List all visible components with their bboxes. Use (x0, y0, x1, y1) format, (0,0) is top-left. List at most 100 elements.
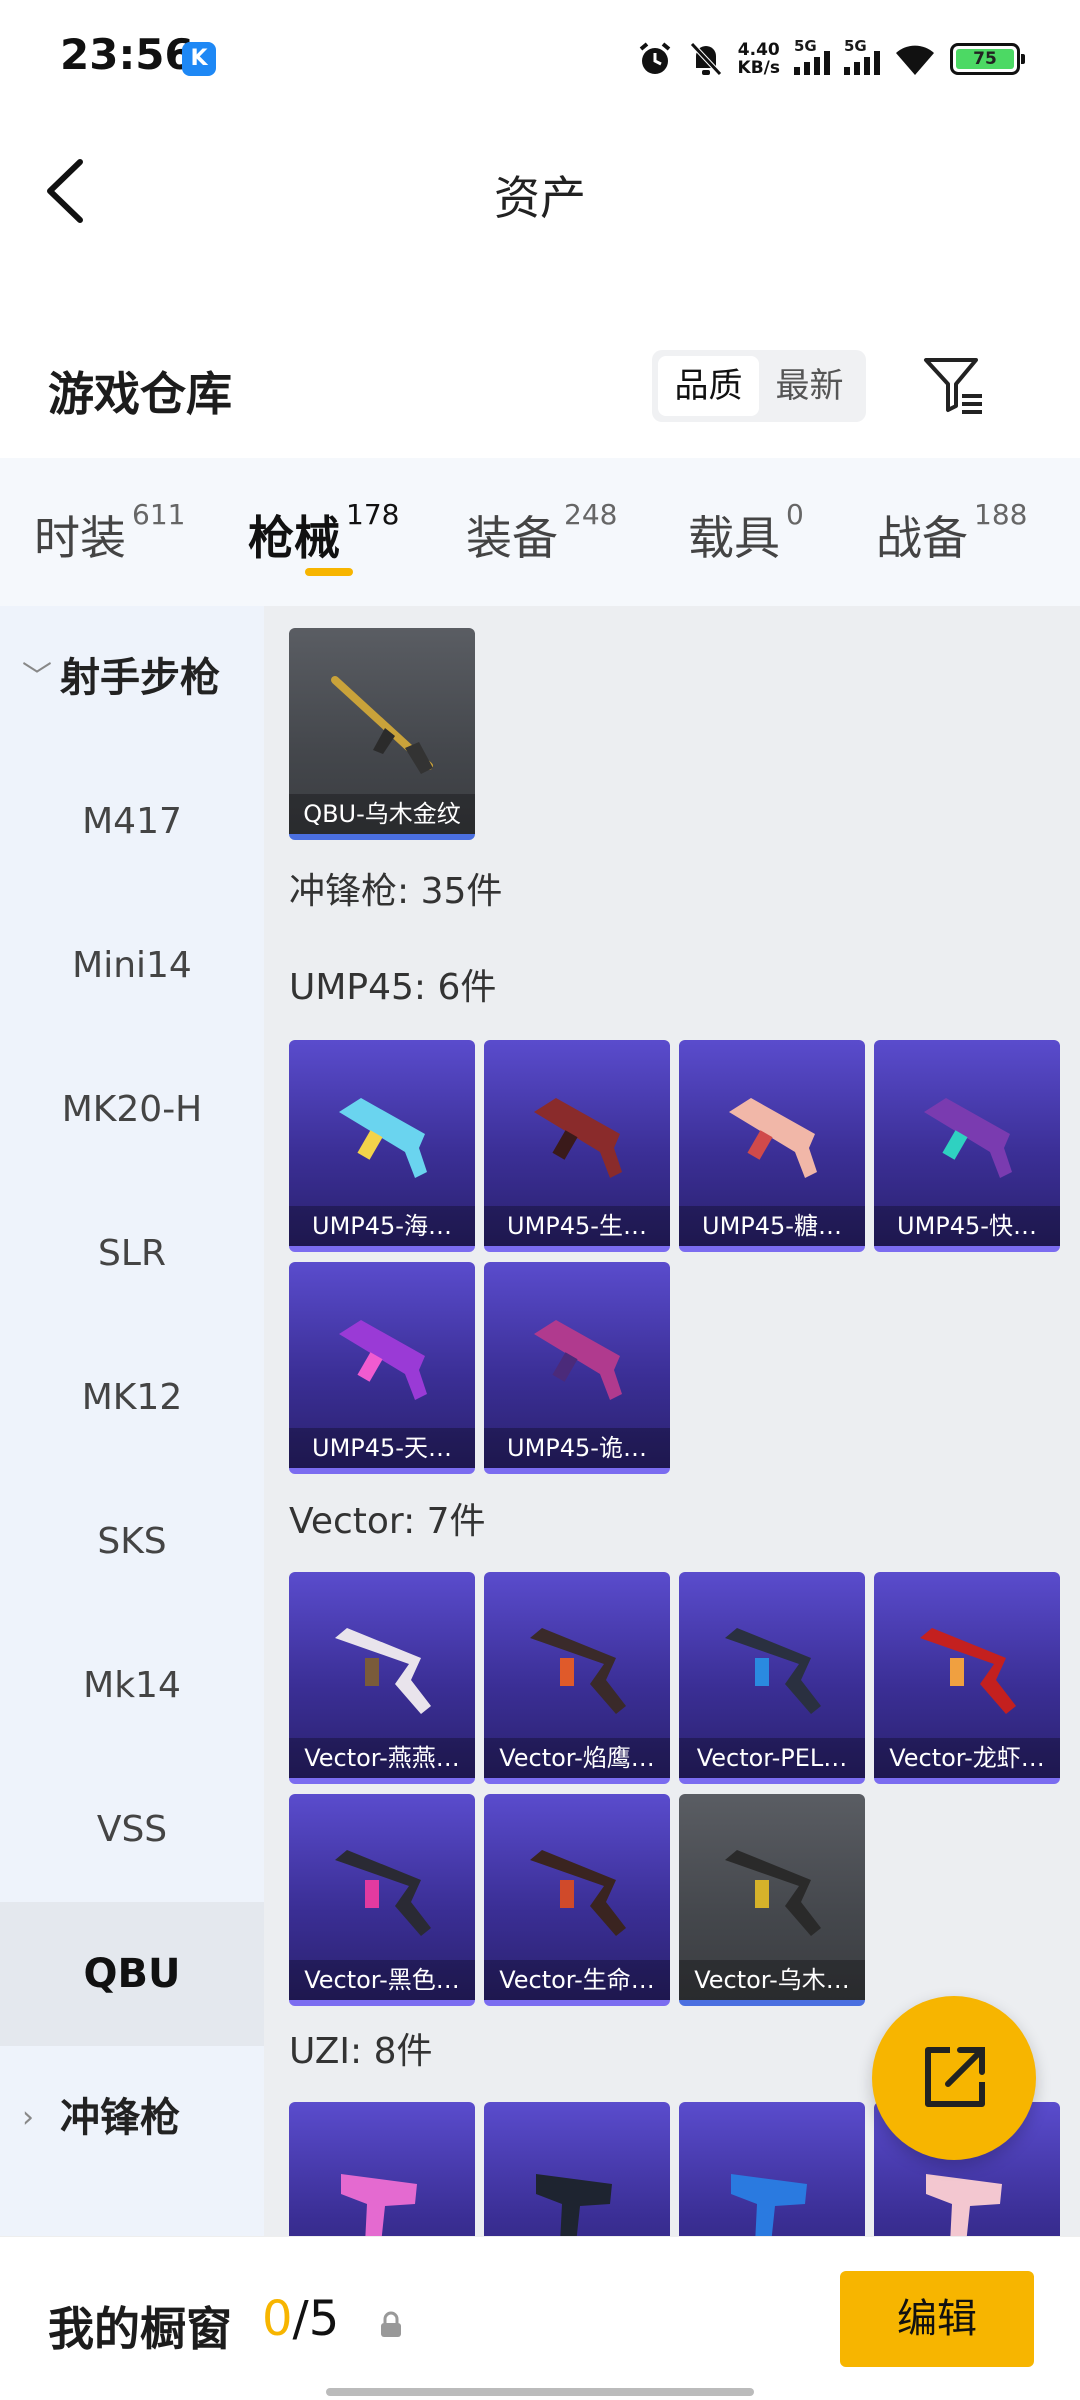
weapon-card[interactable] (289, 2102, 475, 2236)
smg-icon (725, 1628, 821, 1714)
weapon-grid: QBU-乌木金纹 冲锋枪: 35件 UMP45: 6件 UMP45-海… UMP… (264, 606, 1080, 2236)
sim2-label: 5G (844, 37, 867, 55)
chevron-right-icon: › (22, 2100, 34, 2135)
weapon-name: Vector-乌木… (679, 1960, 865, 2000)
clock: 23:56 (60, 30, 194, 79)
group-title-uzi: UZI: 8件 (289, 2031, 433, 2072)
showcase-count: 0/5 (262, 2291, 339, 2347)
weapon-name: UMP45-快… (874, 1206, 1060, 1246)
sidebar-item-mini14[interactable]: Mini14 (0, 894, 264, 1038)
signal-sim2-icon: 5G (844, 37, 880, 75)
weapon-card-qbu[interactable]: QBU-乌木金纹 (289, 628, 475, 840)
weapon-card[interactable]: UMP45-糖… (679, 1040, 865, 1252)
weapon-name: UMP45-糖… (679, 1206, 865, 1246)
sidebar-group-label: 冲锋枪 (60, 2095, 180, 2141)
tab-equipment[interactable]: 装备 248 (466, 498, 617, 568)
weapon-card[interactable]: UMP45-天… (289, 1262, 475, 1474)
page-title: 资产 (494, 171, 586, 225)
sort-newest-button[interactable]: 最新 (759, 356, 860, 416)
sidebar-item-mk12[interactable]: MK12 (0, 1326, 264, 1470)
sidebar-item-vss[interactable]: VSS (0, 1758, 264, 1902)
sort-quality-button[interactable]: 品质 (658, 356, 759, 416)
smg-icon (920, 1628, 1016, 1714)
showcase-bar: 我的橱窗 0/5 编辑 (0, 2236, 1080, 2400)
tab-label: 载具 (688, 511, 780, 565)
home-indicator[interactable] (326, 2388, 754, 2396)
section-title: 游戏仓库 (48, 367, 232, 421)
showcase-label: 我的橱窗 (48, 2302, 232, 2356)
category-tabs: 时装 611 枪械 178 装备 248 载具 0 战备 188 (0, 458, 1080, 606)
tab-label: 枪械 (248, 511, 340, 565)
showcase-used: 0 (262, 2291, 293, 2347)
tab-label: 装备 (466, 511, 558, 565)
sidebar-group-marksman[interactable]: ﹀ 射手步枪 (0, 606, 264, 750)
k-app-icon: K (182, 42, 216, 76)
sidebar-group-smg[interactable]: › 冲锋枪 (0, 2046, 264, 2190)
smg-icon (534, 1098, 622, 1178)
weapon-card[interactable]: Vector-燕燕… (289, 1572, 475, 1784)
sidebar-item-qbu[interactable]: QBU (0, 1902, 264, 2046)
weapon-name: Vector-焰鹰… (484, 1738, 670, 1778)
weapon-card[interactable]: UMP45-生… (484, 1040, 670, 1252)
wifi-icon (896, 45, 934, 75)
smg-icon (341, 2174, 417, 2236)
sim1-label: 5G (794, 37, 817, 55)
smg-icon (335, 1850, 431, 1936)
weapon-card[interactable]: Vector-焰鹰… (484, 1572, 670, 1784)
signal-sim1-icon: 5G (794, 37, 830, 75)
weapon-name: Vector-生命… (484, 1960, 670, 2000)
weapon-card[interactable]: Vector-黑色… (289, 1794, 475, 2006)
sniper-rifle-icon (331, 676, 433, 774)
category-smg-header: 冲锋枪: 35件 (289, 871, 503, 912)
weapon-name: UMP45-诡… (484, 1428, 670, 1468)
weapon-name: Vector-黑色… (289, 1960, 475, 2000)
tab-label: 时装 (34, 511, 126, 565)
weapon-name: Vector-龙虾… (874, 1738, 1060, 1778)
weapon-card[interactable] (679, 2102, 865, 2236)
weapon-name: Vector-PEL… (679, 1738, 865, 1778)
share-icon (925, 2047, 985, 2107)
net-speed: 4.40 KB/s (738, 41, 780, 77)
sidebar-item-sks[interactable]: SKS (0, 1470, 264, 1614)
edit-button[interactable]: 编辑 (840, 2271, 1034, 2367)
sidebar-group-label: 射手步枪 (60, 655, 220, 701)
smg-icon (339, 1098, 427, 1178)
smg-icon (534, 1320, 622, 1400)
share-button[interactable] (872, 1996, 1036, 2160)
weapon-card[interactable]: Vector-乌木… (679, 1794, 865, 2006)
tab-count: 0 (786, 498, 804, 531)
weapon-card[interactable] (484, 2102, 670, 2236)
smg-icon (339, 1320, 427, 1400)
weapon-name: UMP45-天… (289, 1428, 475, 1468)
weapon-card[interactable]: Vector-生命… (484, 1794, 670, 2006)
tab-count: 611 (132, 498, 186, 531)
smg-icon (530, 1850, 626, 1936)
tab-guns[interactable]: 枪械 178 (248, 498, 399, 568)
smg-icon (729, 1098, 817, 1178)
sidebar-item-slr[interactable]: SLR (0, 1182, 264, 1326)
sort-toggle: 品质 最新 (652, 350, 866, 422)
weapon-name: QBU-乌木金纹 (289, 794, 475, 834)
filter-icon[interactable] (920, 352, 986, 418)
sidebar-item-mk20h[interactable]: MK20-H (0, 1038, 264, 1182)
weapon-name: UMP45-海… (289, 1206, 475, 1246)
group-title-ump45: UMP45: 6件 (289, 967, 497, 1008)
sidebar-item-mk14[interactable]: Mk14 (0, 1614, 264, 1758)
weapon-card[interactable]: UMP45-海… (289, 1040, 475, 1252)
sidebar-item-m417[interactable]: M417 (0, 750, 264, 894)
weapon-card[interactable]: Vector-PEL… (679, 1572, 865, 1784)
tab-vehicles[interactable]: 载具 0 (688, 498, 804, 568)
tab-supplies[interactable]: 战备 188 (876, 498, 1027, 568)
active-tab-indicator (305, 568, 353, 576)
alarm-icon (639, 42, 670, 74)
weapon-card[interactable]: UMP45-快… (874, 1040, 1060, 1252)
tab-fashion[interactable]: 时装 611 (34, 498, 185, 568)
net-speed-unit: KB/s (737, 58, 780, 78)
weapon-card[interactable]: Vector-龙虾… (874, 1572, 1060, 1784)
smg-icon (530, 1628, 626, 1714)
battery-level: 75 (956, 49, 1014, 69)
smg-icon (731, 2174, 807, 2236)
weapon-card[interactable]: UMP45-诡… (484, 1262, 670, 1474)
chevron-down-icon: ﹀ (22, 660, 52, 695)
status-bar: 23:56 K 4.40 KB/s 5G 5G 75 (0, 0, 1080, 120)
